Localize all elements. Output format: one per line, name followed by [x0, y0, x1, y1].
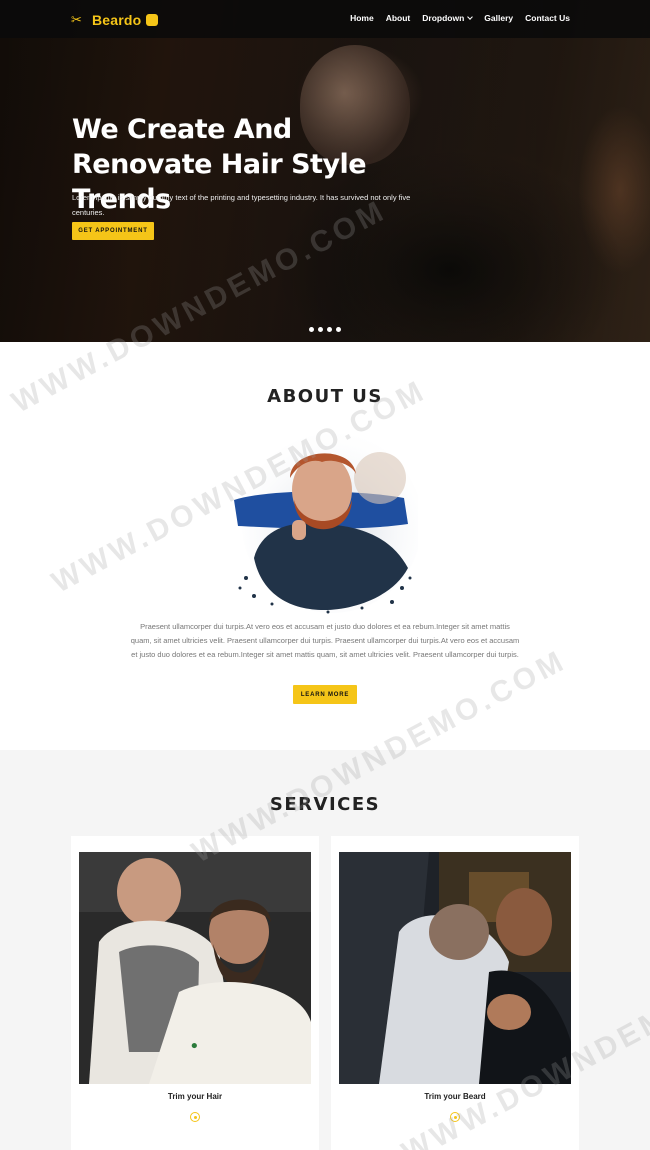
slider-dot-1[interactable] — [309, 327, 314, 332]
chevron-down-icon — [467, 14, 474, 20]
service-card-label: Trim your Beard — [424, 1092, 486, 1101]
nav-item-about[interactable]: About — [386, 13, 411, 23]
service-hair-image: • — [79, 852, 311, 1084]
slider-dot-2[interactable] — [318, 327, 323, 332]
hero-text: Lorem Ipsum is simply dummy text of the … — [72, 193, 411, 217]
nav-item-contact[interactable]: Contact Us — [525, 13, 570, 23]
nav-item-gallery[interactable]: Gallery — [484, 13, 513, 23]
slider-dot-4[interactable] — [336, 327, 341, 332]
get-appointment-button[interactable]: GET APPOINTMENT — [72, 222, 154, 240]
nav-item-dropdown-label: Dropdown — [422, 13, 465, 23]
service-beard-image — [339, 852, 571, 1084]
hero-banner: ✂ Beardo Home About Dropdown Gallery Con… — [0, 0, 650, 342]
brand-name: Beardo — [92, 12, 142, 28]
brand-badge-icon — [146, 14, 159, 26]
main-nav: Home About Dropdown Gallery Contact Us — [350, 13, 570, 23]
scissors-icon: ✂ — [71, 12, 82, 27]
about-portrait-image — [234, 433, 418, 614]
navbar: ✂ Beardo Home About Dropdown Gallery Con… — [0, 0, 650, 38]
circle-dot-icon[interactable] — [450, 1112, 460, 1122]
slider-dot-3[interactable] — [327, 327, 332, 332]
service-card-beard[interactable]: Trim your Beard — [331, 836, 579, 1150]
about-title: ABOUT US — [267, 386, 383, 407]
learn-more-button[interactable]: LEARN MORE — [293, 685, 357, 704]
services-title: SERVICES — [269, 794, 381, 815]
nav-item-dropdown[interactable]: Dropdown — [422, 13, 474, 23]
services-section: SERVICES • Trim your Hair Trim your Bear… — [0, 750, 650, 1150]
service-card-hair[interactable]: • Trim your Hair — [71, 836, 319, 1150]
brand-logo[interactable]: ✂ Beardo — [71, 12, 159, 28]
circle-dot-icon[interactable] — [190, 1112, 200, 1122]
about-text: Praesent ullamcorper dui turpis.At vero … — [130, 622, 520, 659]
about-section: ABOUT US Praesent ullamcorper dui turpis… — [0, 342, 650, 750]
nav-item-home[interactable]: Home — [350, 13, 374, 23]
slider-dots — [309, 327, 341, 332]
svg-text:•: • — [189, 1036, 200, 1057]
service-card-label: Trim your Hair — [167, 1092, 223, 1101]
